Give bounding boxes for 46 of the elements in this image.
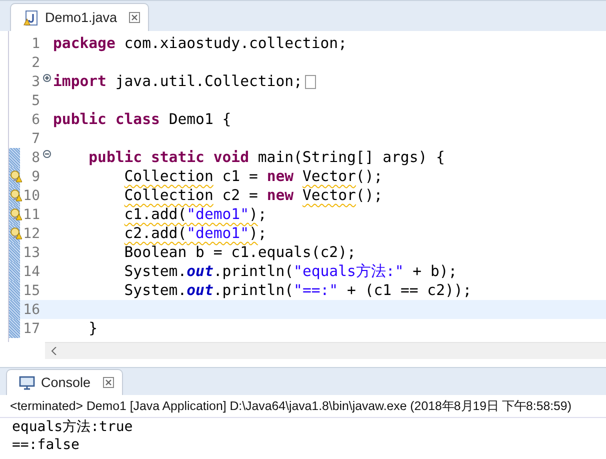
scroll-left-icon[interactable]: [51, 347, 57, 355]
line-number: 11: [22, 206, 40, 222]
horizontal-scrollbar[interactable]: [45, 342, 606, 359]
line-number: 3: [30, 74, 40, 90]
line-number: 6: [30, 112, 40, 128]
line-number: 9: [30, 168, 40, 184]
line-number: 13: [22, 244, 40, 260]
line-number: 8: [30, 150, 40, 166]
collapse-icon[interactable]: [42, 150, 50, 158]
close-icon[interactable]: [129, 12, 140, 23]
console-output-line: ==:false: [11, 436, 80, 454]
line-number: 15: [22, 282, 40, 298]
line-number: 5: [30, 92, 40, 108]
code-line: System.out.println("==:" + (c1 == c2));: [123, 282, 472, 299]
line-number: 17: [22, 320, 40, 336]
code-line: System.out.println("equals方法:" + b);: [123, 262, 458, 281]
close-icon[interactable]: [102, 377, 114, 388]
code-line: public class Demo1 {: [53, 111, 232, 128]
code-line: Collection c2 = new Vector();: [123, 187, 383, 204]
line-number: 1: [30, 36, 40, 52]
folded-code-marker[interactable]: [305, 74, 316, 88]
warning-bulb-icon[interactable]: [10, 189, 22, 202]
code-line: c1.add("demo1");: [123, 206, 267, 223]
line-number: 7: [30, 130, 40, 146]
warning-bulb-icon[interactable]: [10, 170, 22, 183]
line-number: 10: [22, 188, 40, 204]
warning-bulb-icon[interactable]: [10, 208, 22, 221]
line-number: 12: [22, 226, 40, 242]
code-line: public static void main(String[] args) {: [88, 149, 445, 166]
code-line: Collection c1 = new Vector();: [123, 168, 383, 185]
editor-tab[interactable]: Demo1.java: [10, 3, 150, 31]
code-line: }: [88, 320, 98, 337]
process-status: <terminated> Demo1 [Java Application] D:\Java64\java1.8\bin\javaw.exe (2018年8月19日 下午8:58:59): [0, 395, 606, 418]
code-line: c2.add("demo1");: [123, 225, 267, 242]
code-line: import java.util.Collection;: [53, 73, 302, 90]
code-line: Boolean b = c1.equals(c2);: [123, 244, 356, 261]
java-file-icon: [23, 10, 39, 26]
warning-bulb-icon[interactable]: [10, 227, 22, 240]
console-output-line: equals方法:true: [11, 418, 134, 436]
line-number: 14: [22, 264, 40, 280]
line-number: 16: [22, 302, 40, 318]
line-number: 2: [30, 54, 40, 70]
code-line: package com.xiaostudy.collection;: [53, 35, 347, 52]
expand-icon[interactable]: [42, 74, 50, 82]
monitor-icon: [19, 376, 35, 390]
console-tab[interactable]: Console: [6, 369, 123, 395]
